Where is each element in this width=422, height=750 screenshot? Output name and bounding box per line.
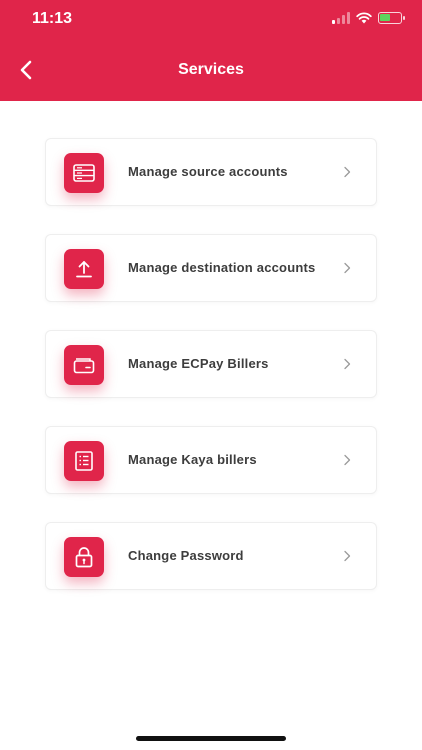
status-icons — [332, 12, 405, 24]
cellular-signal-icon — [332, 12, 350, 24]
home-indicator[interactable] — [136, 736, 286, 741]
lock-icon — [64, 537, 104, 577]
service-label: Manage ECPay Billers — [128, 356, 269, 371]
services-list: Manage source accounts Manage destinatio… — [45, 138, 377, 590]
manage-destination-accounts-item[interactable]: Manage destination accounts — [45, 234, 377, 302]
chevron-right-icon — [342, 165, 352, 179]
page-title: Services — [178, 61, 244, 78]
manage-source-accounts-item[interactable]: Manage source accounts — [45, 138, 377, 206]
service-label: Manage destination accounts — [128, 260, 316, 275]
services-screen: 11:13 Services Manage source accounts Ma… — [0, 0, 422, 750]
service-label: Manage Kaya billers — [128, 452, 257, 467]
status-bar: 11:13 — [0, 0, 422, 40]
chevron-right-icon — [342, 549, 352, 563]
chevron-right-icon — [342, 357, 352, 371]
wallet-icon — [64, 345, 104, 385]
upload-icon — [64, 249, 104, 289]
service-label: Change Password — [128, 548, 244, 563]
status-time: 11:13 — [32, 10, 73, 27]
manage-ecpay-billers-item[interactable]: Manage ECPay Billers — [45, 330, 377, 398]
chevron-right-icon — [342, 453, 352, 467]
chevron-right-icon — [342, 261, 352, 275]
receipt-icon — [64, 441, 104, 481]
battery-icon — [378, 12, 405, 24]
manage-kaya-billers-item[interactable]: Manage Kaya billers — [45, 426, 377, 494]
change-password-item[interactable]: Change Password — [45, 522, 377, 590]
accounts-list-icon — [64, 153, 104, 193]
service-label: Manage source accounts — [128, 164, 288, 179]
wifi-icon — [356, 12, 372, 24]
app-header: 11:13 Services — [0, 0, 422, 101]
